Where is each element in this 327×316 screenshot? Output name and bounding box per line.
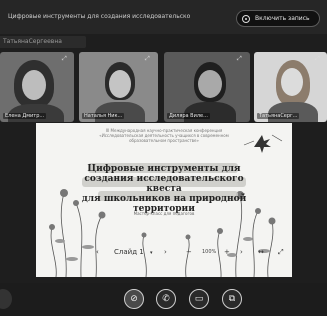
participant-tile[interactable]: ⤢ Наталья Ник...: [79, 52, 158, 122]
slide-title-line: для школьников на природной: [81, 194, 247, 204]
slide-counter[interactable]: Слайд 1: [114, 248, 144, 256]
expand-icon[interactable]: ⤢: [62, 55, 67, 63]
zoom-in-icon[interactable]: +: [224, 248, 230, 256]
expand-icon[interactable]: ⤢: [145, 55, 150, 63]
slide-header: III Международная научно-практическая ко…: [76, 128, 252, 143]
participant-face: [198, 70, 222, 98]
fullscreen-icon[interactable]: ⤢: [278, 248, 284, 257]
record-button[interactable]: Включить запись: [236, 10, 320, 27]
slide-title: Цифровые инструменты для создания исслед…: [76, 164, 252, 214]
zoom-out-icon[interactable]: −: [186, 248, 192, 256]
phone-icon[interactable]: ✆: [156, 289, 176, 309]
microphone-off-icon[interactable]: ⊘: [124, 289, 144, 309]
participant-body: [95, 102, 145, 122]
slide-title-line: Цифровые инструменты для: [87, 164, 241, 174]
participant-name: ТатьянаСерг...: [257, 113, 300, 119]
menu-button[interactable]: [0, 289, 12, 309]
participant-name: Наталья Ник...: [82, 113, 125, 119]
top-bar: Цифровые инструменты для создания исслед…: [0, 0, 327, 34]
participant-body: [268, 102, 318, 122]
expand-icon[interactable]: ⤢: [237, 55, 242, 63]
chevron-right-icon[interactable]: ›: [240, 248, 243, 256]
participant-tile[interactable]: ⤢ Елена Дмитр...: [0, 52, 74, 122]
chevron-down-icon[interactable]: ▾: [150, 250, 153, 256]
meeting-title: Цифровые инструменты для создания исслед…: [8, 13, 191, 20]
slide-header-line: образовательном пространстве»: [129, 138, 199, 143]
participant-name: Диляра Виле...: [167, 113, 210, 119]
slide-subtitle: Мастер-класс для педагогов: [133, 211, 195, 216]
expand-icon[interactable]: ⤢: [315, 55, 320, 63]
record-icon: [242, 15, 250, 23]
chevron-right-icon[interactable]: ›: [164, 248, 167, 256]
participant-name: Елена Дмитр...: [3, 113, 47, 119]
camera-icon[interactable]: ▭: [189, 289, 209, 309]
call-controls-bar: ⊘ ✆ ▭ ⧉: [0, 283, 327, 316]
slide-title-line: создания исследовательского квеста: [84, 174, 244, 194]
chevron-left-icon[interactable]: ‹: [96, 248, 99, 256]
self-name-chip: ТатьянаСергеевна: [0, 36, 86, 48]
participant-face: [22, 70, 46, 100]
zoom-level: 100%: [202, 249, 217, 255]
presentation-controls: ‹ Слайд 1 ▾ › − 100% + › ↔ ⤢: [36, 244, 292, 262]
screen-share-icon[interactable]: ⧉: [222, 289, 242, 309]
participant-face: [109, 70, 131, 98]
participant-tile[interactable]: ⤢ ТатьянаСерг...: [254, 52, 327, 122]
participant-face: [281, 68, 303, 96]
record-button-label: Включить запись: [255, 15, 310, 22]
participant-tile[interactable]: ⤢ Диляра Виле...: [164, 52, 250, 122]
fullscreen-icon[interactable]: ↔: [258, 248, 264, 256]
participant-body: [184, 102, 236, 122]
self-name: ТатьянаСергеевна: [3, 38, 62, 45]
